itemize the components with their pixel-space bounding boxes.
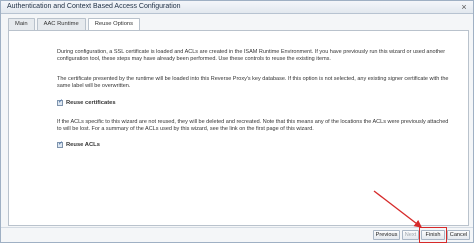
- annotation-arrow-icon: [373, 190, 423, 228]
- configuration-dialog: Authentication and Context Based Access …: [0, 0, 474, 243]
